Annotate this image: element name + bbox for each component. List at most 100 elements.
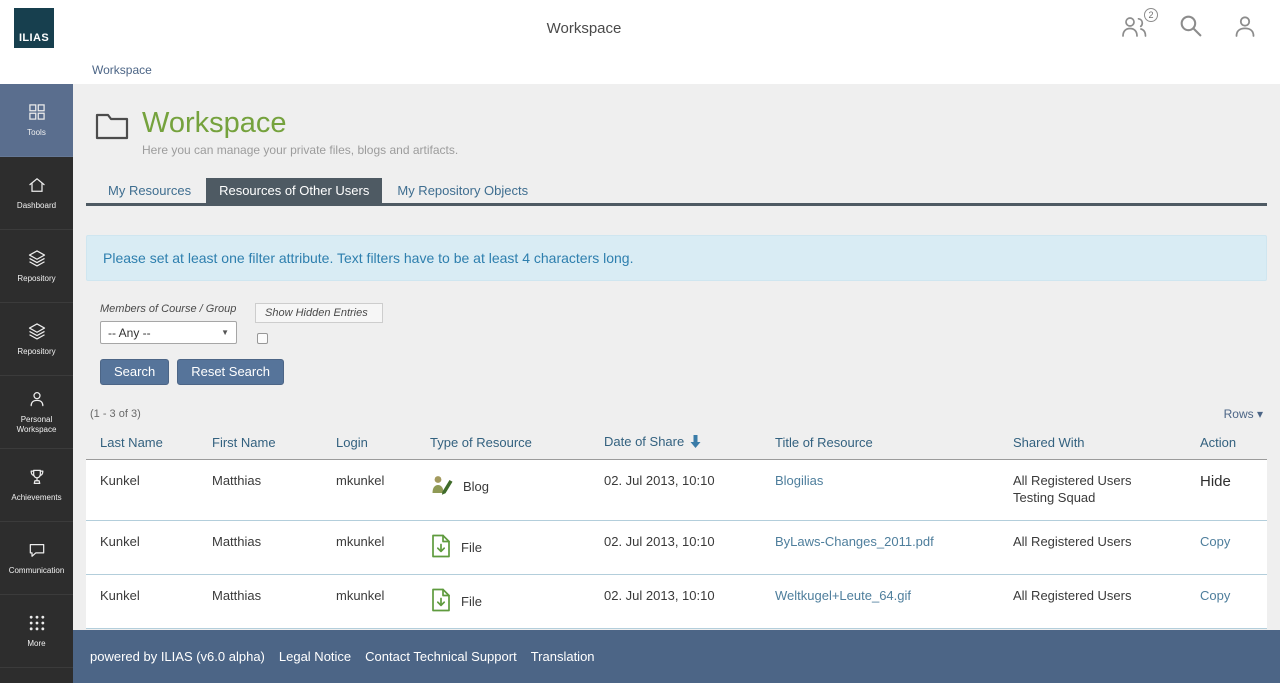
sidebar-item-repository-2[interactable]: Repository	[0, 303, 73, 376]
cell-first-name: Matthias	[198, 574, 322, 630]
hide-action-link[interactable]: Hide	[1200, 473, 1231, 490]
header-icon-group: 2	[1119, 7, 1258, 44]
sidebar-item-achievements[interactable]: Achievements	[0, 449, 73, 522]
awareness-button[interactable]: 2	[1119, 7, 1158, 44]
footer-link-legal-notice[interactable]: Legal Notice	[279, 649, 351, 664]
cell-login: mkunkel	[322, 574, 416, 630]
col-header-shared-with[interactable]: Shared With	[999, 428, 1186, 461]
footer-link-contact-support[interactable]: Contact Technical Support	[365, 649, 517, 664]
cell-first-name: Matthias	[198, 520, 322, 576]
cell-type-label: Blog	[463, 479, 490, 495]
results-table: Last Name First Name Login Type of Resou…	[86, 428, 1267, 630]
user-icon	[1232, 13, 1258, 44]
col-header-first-name[interactable]: First Name	[198, 428, 322, 461]
workspace-folder-icon	[95, 112, 129, 140]
table-row: Kunkel Matthias mkunkel	[86, 520, 1267, 576]
cell-type-label: File	[461, 540, 482, 556]
powered-by-text: powered by ILIAS (v6.0 alpha)	[90, 649, 265, 664]
sidebar-item-personal-workspace[interactable]: Personal Workspace	[0, 376, 73, 449]
copy-action-link[interactable]: Copy	[1200, 534, 1230, 549]
rows-dropdown[interactable]: Rows ▾	[1224, 407, 1263, 421]
cell-date: 02. Jul 2013, 10:10	[590, 520, 761, 576]
app-root: ILIAS Workspace 2 Workspace Tools Dashbo…	[0, 0, 1280, 683]
cell-last-name: Kunkel	[86, 520, 198, 576]
footer-link-translation[interactable]: Translation	[531, 649, 595, 664]
cell-first-name: Matthias	[198, 459, 322, 522]
select-caret-icon: ▼	[221, 328, 229, 338]
col-header-last-name[interactable]: Last Name	[86, 428, 198, 461]
shared-with-entry: All Registered Users	[1013, 588, 1132, 604]
layers-icon	[27, 248, 47, 268]
file-icon	[430, 534, 452, 561]
filter-search-button[interactable]: Search	[100, 359, 170, 386]
home-icon	[27, 175, 47, 195]
cell-login: mkunkel	[322, 520, 416, 576]
cell-date: 02. Jul 2013, 10:10	[590, 459, 761, 522]
cell-date: 02. Jul 2013, 10:10	[590, 574, 761, 630]
page-subtitle: Here you can manage your private files, …	[142, 143, 459, 158]
resource-title-link[interactable]: Weltkugel+Leute_64.gif	[775, 588, 911, 603]
filter-reset-button[interactable]: Reset Search	[177, 359, 284, 386]
search-button[interactable]	[1177, 12, 1204, 44]
page-footer: powered by ILIAS (v6.0 alpha) Legal Noti…	[73, 630, 1280, 683]
awareness-badge: 2	[1144, 7, 1158, 22]
tools-grid-icon	[27, 102, 47, 122]
main-sidebar: Tools Dashboard Repository Repository Pe…	[0, 84, 73, 683]
table-row: Kunkel Matthias mkunkel	[86, 574, 1267, 630]
resource-title-link[interactable]: Blogilias	[775, 473, 823, 488]
col-header-login[interactable]: Login	[322, 428, 416, 461]
sidebar-item-repository[interactable]: Repository	[0, 230, 73, 303]
tab-bar: My Resources Resources of Other Users My…	[86, 178, 1267, 207]
layers-icon	[27, 321, 47, 341]
filter-panel: Members of Course / Group -- Any -- ▼ Sh…	[100, 303, 1267, 386]
sidebar-item-communication[interactable]: Communication	[0, 522, 73, 595]
info-message: Please set at least one filter attribute…	[86, 235, 1267, 282]
header-title: Workspace	[546, 19, 622, 37]
chat-icon	[27, 540, 47, 560]
cell-type-label: File	[461, 594, 482, 610]
table-row: Kunkel Matthias mkunkel	[86, 459, 1267, 522]
sidebar-item-dashboard[interactable]: Dashboard	[0, 157, 73, 230]
page-title: Workspace	[142, 107, 287, 139]
tab-my-resources[interactable]: My Resources	[95, 178, 204, 203]
breadcrumb-workspace[interactable]: Workspace	[92, 63, 152, 77]
show-hidden-checkbox[interactable]	[257, 333, 268, 345]
tab-my-repository-objects[interactable]: My Repository Objects	[384, 178, 541, 203]
cell-last-name: Kunkel	[86, 574, 198, 630]
shared-with-entry: All Registered Users	[1013, 534, 1132, 550]
shared-with-entry: Testing Squad	[1013, 490, 1096, 506]
person-icon	[27, 389, 47, 409]
results-table-section: (1 - 3 of 3) Rows ▾ Last Name First Name…	[86, 407, 1267, 630]
members-filter-select[interactable]: -- Any -- ▼	[100, 321, 237, 345]
sort-desc-icon	[690, 435, 701, 451]
search-icon	[1177, 12, 1204, 44]
col-header-title[interactable]: Title of Resource	[761, 428, 999, 461]
breadcrumb: Workspace	[0, 56, 1280, 84]
hidden-entries-filter-label: Show Hidden Entries	[255, 303, 383, 324]
hidden-entries-filter-field: Show Hidden Entries	[255, 303, 383, 345]
rows-dropdown-label: Rows	[1223, 407, 1254, 422]
table-header-row: Last Name First Name Login Type of Resou…	[86, 428, 1267, 461]
user-menu-button[interactable]	[1232, 13, 1258, 44]
more-grid-icon	[27, 613, 47, 633]
cell-login: mkunkel	[322, 459, 416, 522]
members-filter-value: -- Any --	[108, 325, 151, 340]
cell-last-name: Kunkel	[86, 459, 198, 522]
blog-icon	[430, 473, 454, 500]
top-header: ILIAS Workspace 2	[0, 0, 1280, 56]
logo-text: ILIAS	[18, 32, 50, 44]
sidebar-item-more[interactable]: More	[0, 595, 73, 668]
resource-title-link[interactable]: ByLaws-Changes_2011.pdf	[775, 534, 934, 549]
file-icon	[430, 588, 452, 615]
col-header-type[interactable]: Type of Resource	[416, 428, 590, 461]
ilias-logo[interactable]: ILIAS	[14, 8, 54, 48]
result-count-top: (1 - 3 of 3)	[90, 408, 141, 421]
sidebar-item-tools[interactable]: Tools	[0, 84, 73, 157]
page-header: Workspace Here you can manage your priva…	[95, 108, 1267, 157]
col-header-date[interactable]: Date of Share	[590, 428, 761, 461]
copy-action-link[interactable]: Copy	[1200, 588, 1230, 603]
trophy-icon	[27, 467, 47, 487]
tab-resources-of-other-users[interactable]: Resources of Other Users	[206, 178, 383, 204]
members-filter-label: Members of Course / Group	[100, 303, 237, 316]
col-header-action: Action	[1186, 428, 1267, 461]
